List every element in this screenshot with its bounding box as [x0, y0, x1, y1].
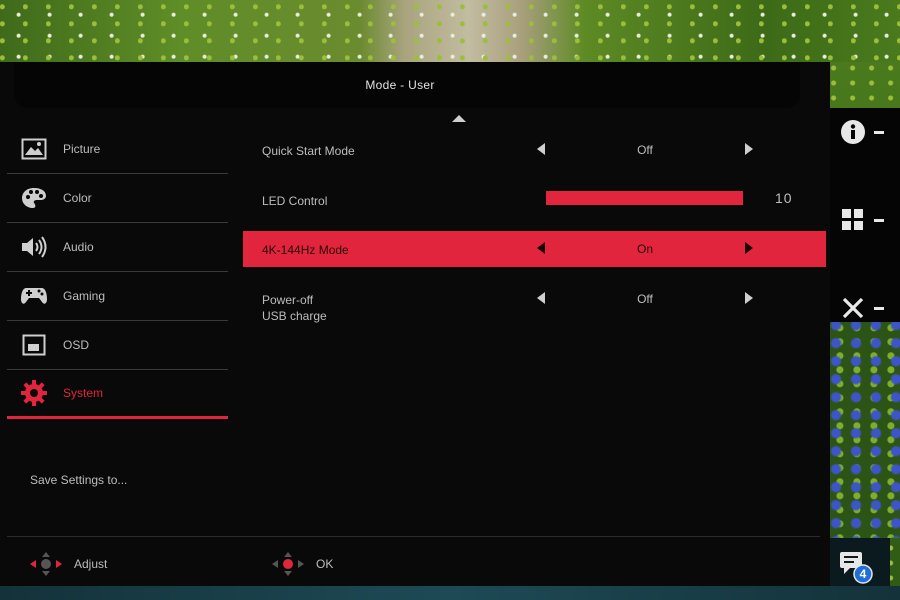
setting-label-line1: Power-off	[262, 293, 314, 307]
led-level-bar[interactable]	[546, 191, 743, 205]
hint-label: OK	[316, 557, 334, 571]
joystick-ok-icon	[272, 552, 304, 576]
joystick-adjust-icon	[30, 552, 62, 576]
setting-value: On	[636, 242, 653, 256]
sidebar-item-label: System	[63, 386, 104, 400]
sidebar-item-label: Audio	[63, 240, 94, 254]
hint-ok: OK	[272, 552, 333, 576]
sidebar-item-label: Picture	[63, 142, 101, 156]
osd-menu: Mode - User Picture Color Audio Gaming O…	[0, 62, 830, 586]
setting-value: Off	[637, 292, 653, 306]
function-key-grid[interactable]	[830, 198, 900, 242]
setting-row-led-control[interactable]: LED Control 10	[243, 182, 826, 218]
arrow-right-icon[interactable]	[745, 143, 753, 155]
function-key-info[interactable]	[830, 110, 900, 154]
notification-count: 4	[859, 567, 867, 581]
sidebar-item-system[interactable]: System	[7, 370, 228, 419]
background-photo-bottom	[0, 586, 900, 600]
setting-label-line2: USB charge	[262, 309, 327, 323]
osd-window-icon	[19, 331, 49, 359]
info-icon	[840, 119, 866, 145]
minus-icon	[874, 130, 884, 134]
background-photo-top	[0, 0, 900, 62]
setting-label: LED Control	[262, 194, 328, 208]
setting-label: Quick Start Mode	[262, 144, 355, 158]
sidebar-item-osd[interactable]: OSD	[7, 321, 228, 370]
save-settings-link[interactable]: Save Settings to...	[30, 473, 127, 487]
minus-icon	[874, 306, 884, 310]
grid-icon	[840, 207, 866, 233]
palette-icon	[19, 184, 49, 212]
sidebar-item-label: Gaming	[63, 289, 106, 303]
arrow-left-icon[interactable]	[537, 143, 545, 155]
sidebar-item-label: Color	[63, 191, 92, 205]
scroll-up-arrow-icon[interactable]	[452, 115, 466, 122]
setting-label: Power-off USB charge	[262, 292, 327, 324]
bottom-divider	[7, 536, 820, 537]
hint-label: Adjust	[74, 557, 108, 571]
sidebar-item-label: OSD	[63, 338, 90, 352]
sidebar-item-gaming[interactable]: Gaming	[7, 272, 228, 321]
notification-button[interactable]: 4	[830, 538, 890, 586]
osd-title: Mode - User	[365, 78, 435, 92]
arrow-right-icon[interactable]	[745, 292, 753, 304]
arrow-left-icon[interactable]	[537, 292, 545, 304]
speaker-icon	[19, 233, 49, 261]
setting-row-power-off-usb-charge[interactable]: Power-off USB charge Off	[243, 281, 826, 327]
function-key-strip	[830, 108, 900, 322]
sidebar-item-picture[interactable]: Picture	[7, 125, 228, 174]
sidebar: Picture Color Audio Gaming OSD System	[7, 125, 228, 419]
minus-icon	[874, 218, 884, 222]
hint-adjust: Adjust	[30, 552, 107, 576]
sidebar-item-audio[interactable]: Audio	[7, 223, 228, 272]
gamepad-icon	[19, 282, 49, 310]
setting-row-4k-144hz-mode[interactable]: 4K-144Hz Mode On	[243, 231, 826, 267]
background-photo-flowers	[828, 318, 900, 538]
setting-label: 4K-144Hz Mode	[262, 243, 349, 257]
setting-value: Off	[637, 143, 653, 157]
gear-icon	[19, 379, 49, 407]
function-key-close[interactable]	[830, 286, 900, 330]
close-icon	[840, 295, 866, 321]
picture-icon	[19, 135, 49, 163]
arrow-left-icon[interactable]	[537, 242, 545, 254]
arrow-right-icon[interactable]	[745, 242, 753, 254]
setting-row-quick-start-mode[interactable]: Quick Start Mode Off	[243, 132, 826, 168]
led-level-value: 10	[775, 190, 793, 206]
sidebar-item-color[interactable]: Color	[7, 174, 228, 223]
